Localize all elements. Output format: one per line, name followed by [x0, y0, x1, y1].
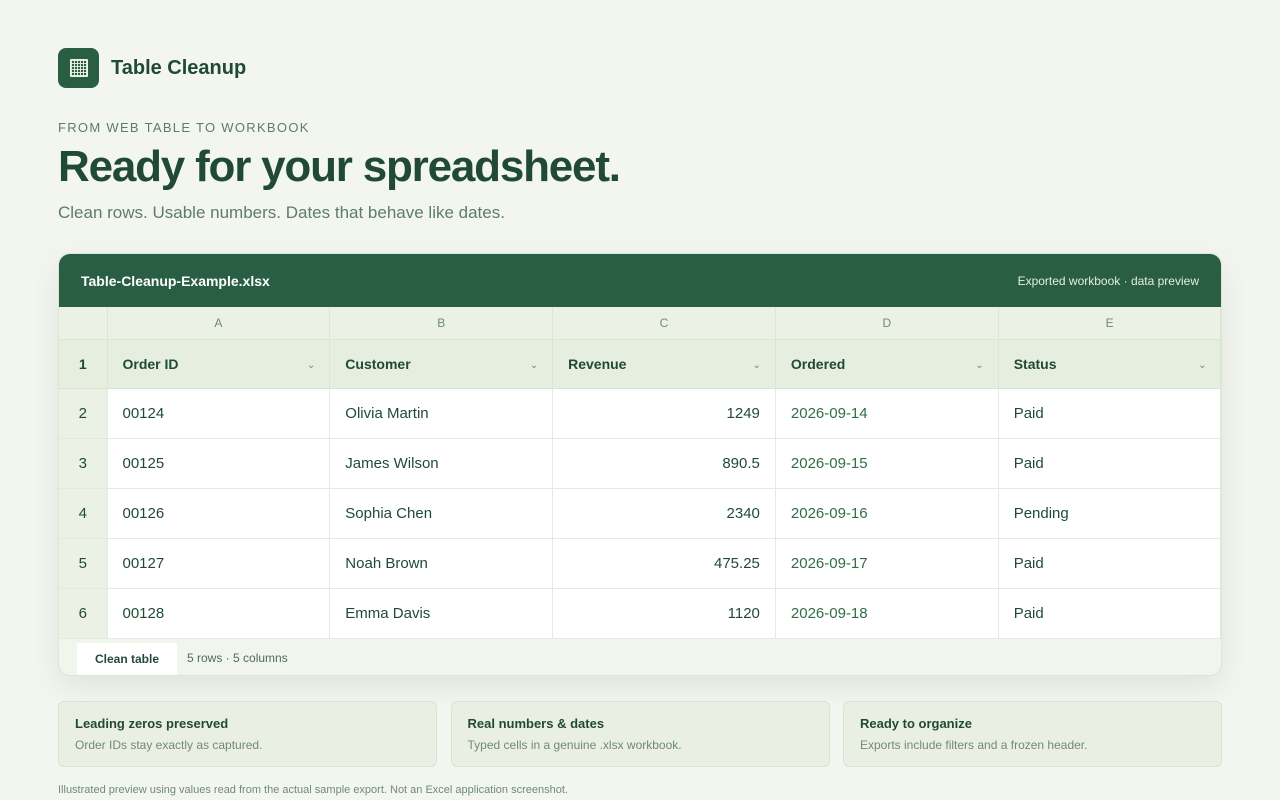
- row-number[interactable]: 2: [59, 388, 108, 439]
- tab-clean-table[interactable]: Clean table: [77, 642, 177, 675]
- column-letter[interactable]: E: [998, 307, 1221, 340]
- spreadsheet-preview: Table-Cleanup-Example.xlsx Exported work…: [58, 253, 1222, 676]
- cell-status[interactable]: Paid: [998, 538, 1221, 589]
- cell-ordered[interactable]: 2026-09-16: [775, 488, 999, 539]
- header-row: 1 Order ID ⌄ Customer ⌄ Revenue ⌄ Ordered ⌄ …: [59, 339, 1221, 389]
- feature-card-text: Order IDs stay exactly as captured.: [75, 738, 263, 752]
- file-name: Table-Cleanup-Example.xlsx: [81, 272, 270, 289]
- filter-dropdown-icon[interactable]: ⌄: [753, 360, 761, 371]
- feature-card-text: Typed cells in a genuine .xlsx workbook.: [467, 738, 682, 752]
- filter-dropdown-icon[interactable]: ⌄: [975, 360, 983, 371]
- header-cell-revenue[interactable]: Revenue ⌄: [552, 339, 776, 389]
- row-number[interactable]: 5: [59, 538, 108, 589]
- cell-order-id[interactable]: 00124: [107, 388, 331, 439]
- table-row: 4 00126 Sophia Chen 2340 2026-09-16 Pend…: [59, 488, 1221, 539]
- cell-ordered[interactable]: 2026-09-18: [775, 588, 999, 639]
- page-title: Ready for your spreadsheet.: [58, 142, 621, 191]
- cell-revenue[interactable]: 2340: [552, 488, 776, 539]
- grid-icon: [58, 48, 99, 88]
- header-cell-customer[interactable]: Customer ⌄: [329, 339, 554, 389]
- table-row: 2 00124 Olivia Martin 1249 2026-09-14 Pa…: [59, 388, 1221, 439]
- cell-revenue[interactable]: 890.5: [552, 438, 776, 489]
- brand-name: Table Cleanup: [111, 56, 247, 79]
- feature-card: Ready to organize Exports include filter…: [843, 701, 1222, 767]
- sheet-summary: 5 rows · 5 columns: [187, 651, 288, 665]
- cell-ordered[interactable]: 2026-09-14: [775, 388, 999, 439]
- cell-order-id[interactable]: 00126: [107, 488, 331, 539]
- feature-cards: Leading zeros preserved Order IDs stay e…: [58, 701, 1222, 767]
- page-subtitle: Clean rows. Usable numbers. Dates that b…: [58, 203, 505, 222]
- cell-customer[interactable]: Noah Brown: [329, 538, 554, 589]
- feature-card: Real numbers & dates Typed cells in a ge…: [450, 701, 830, 767]
- row-number[interactable]: 1: [59, 339, 108, 389]
- header-label: Status: [1013, 355, 1057, 372]
- column-letter[interactable]: D: [775, 307, 999, 340]
- header-label: Order ID: [122, 355, 179, 372]
- cell-status[interactable]: Paid: [998, 438, 1221, 489]
- feature-card-title: Ready to organize: [860, 716, 972, 731]
- cell-status[interactable]: Pending: [998, 488, 1221, 539]
- cell-customer[interactable]: Emma Davis: [329, 588, 554, 639]
- column-letter[interactable]: C: [552, 307, 776, 340]
- sheet-header: Table-Cleanup-Example.xlsx Exported work…: [59, 254, 1221, 307]
- cell-order-id[interactable]: 00128: [107, 588, 331, 639]
- cell-revenue[interactable]: 475.25: [552, 538, 776, 589]
- cell-ordered[interactable]: 2026-09-17: [775, 538, 999, 589]
- filter-dropdown-icon[interactable]: ⌄: [1198, 360, 1206, 371]
- cell-order-id[interactable]: 00125: [107, 438, 331, 489]
- brand: Table Cleanup: [58, 48, 246, 88]
- cell-customer[interactable]: Olivia Martin: [329, 388, 554, 439]
- eyebrow: FROM WEB TABLE TO WORKBOOK: [58, 120, 310, 135]
- cell-ordered[interactable]: 2026-09-15: [775, 438, 999, 489]
- feature-card-text: Exports include filters and a frozen hea…: [860, 738, 1088, 752]
- table-row: 3 00125 James Wilson 890.5 2026-09-15 Pa…: [59, 438, 1221, 489]
- column-letter-row: A B C D E: [59, 307, 1221, 340]
- feature-card-title: Real numbers & dates: [467, 716, 605, 731]
- header-cell-order-id[interactable]: Order ID ⌄: [107, 339, 331, 389]
- data-grid: A B C D E 1 Order ID ⌄ Customer ⌄ Revenue ⌄…: [59, 307, 1221, 639]
- cell-order-id[interactable]: 00127: [107, 538, 331, 589]
- cell-customer[interactable]: Sophia Chen: [329, 488, 554, 539]
- row-number[interactable]: 3: [59, 438, 108, 489]
- column-letter[interactable]: A: [107, 307, 331, 340]
- table-row: 5 00127 Noah Brown 475.25 2026-09-17 Pai…: [59, 538, 1221, 589]
- sheet-footer: Clean table 5 rows · 5 columns: [59, 638, 1221, 675]
- file-meta: Exported workbook · data preview: [1017, 273, 1199, 288]
- header-label: Ordered: [790, 355, 846, 372]
- feature-card: Leading zeros preserved Order IDs stay e…: [58, 701, 437, 767]
- corner-cell[interactable]: [59, 307, 108, 340]
- filter-dropdown-icon[interactable]: ⌄: [307, 360, 315, 371]
- row-number[interactable]: 6: [59, 588, 108, 639]
- feature-card-title: Leading zeros preserved: [75, 716, 229, 731]
- column-letter[interactable]: B: [329, 307, 554, 340]
- cell-revenue[interactable]: 1249: [552, 388, 776, 439]
- header-label: Customer: [345, 355, 411, 372]
- cell-revenue[interactable]: 1120: [552, 588, 776, 639]
- cell-customer[interactable]: James Wilson: [329, 438, 554, 489]
- row-number[interactable]: 4: [59, 488, 108, 539]
- table-row: 6 00128 Emma Davis 1120 2026-09-18 Paid: [59, 588, 1221, 639]
- footnote: Illustrated preview using values read fr…: [58, 784, 568, 796]
- header-cell-ordered[interactable]: Ordered ⌄: [775, 339, 999, 389]
- cell-status[interactable]: Paid: [998, 588, 1221, 639]
- cell-status[interactable]: Paid: [998, 388, 1221, 439]
- header-label: Revenue: [568, 355, 627, 372]
- filter-dropdown-icon[interactable]: ⌄: [530, 360, 538, 371]
- header-cell-status[interactable]: Status ⌄: [998, 339, 1221, 389]
